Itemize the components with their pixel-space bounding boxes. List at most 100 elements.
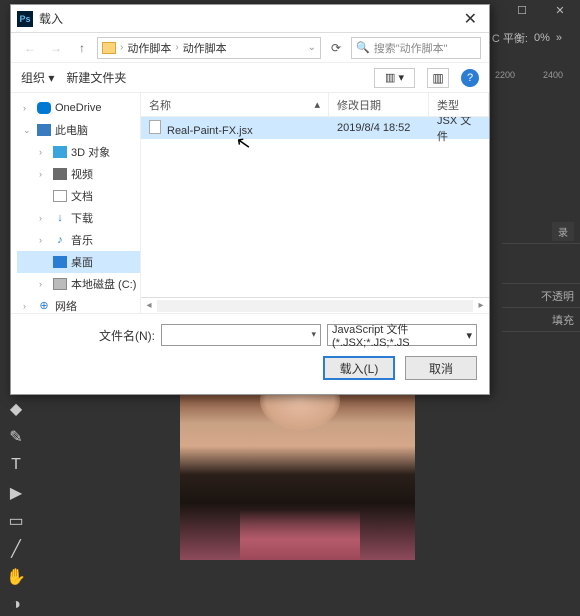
sidebar-item[interactable]: › 3D 对象	[17, 141, 140, 163]
column-name[interactable]: 名称 ▴	[141, 93, 329, 116]
organize-button[interactable]: 组织 ▾	[21, 69, 54, 86]
disk-icon	[53, 278, 67, 290]
chevron-down-icon: ▾	[466, 329, 472, 342]
search-placeholder: 搜索"动作脚本"	[374, 40, 448, 56]
stamp-tool-icon[interactable]: ◆	[2, 398, 30, 420]
tree-toggle-icon[interactable]: ›	[39, 213, 49, 223]
film-icon	[53, 168, 67, 180]
nav-forward-button[interactable]: →	[45, 37, 67, 59]
breadcrumb-item[interactable]: 动作脚本	[183, 40, 227, 56]
monitor-icon	[37, 124, 51, 136]
chevron-right-icon[interactable]: »	[556, 32, 562, 44]
column-headers: 名称 ▴ 修改日期 类型	[141, 93, 489, 117]
sidebar-item[interactable]: 文档	[17, 185, 140, 207]
tree-toggle-icon[interactable]: ›	[39, 279, 49, 289]
breadcrumb[interactable]: › 动作脚本 › 动作脚本 ⌄	[97, 37, 321, 59]
column-type[interactable]: 类型	[429, 93, 489, 116]
tree-toggle-icon[interactable]: ›	[23, 301, 33, 311]
dialog-titlebar: Ps 载入 ✕	[11, 5, 489, 33]
fill-label: 填充	[552, 312, 574, 328]
file-row[interactable]: Real-Paint-FX.jsx2019/8/4 18:52JSX 文件	[141, 117, 489, 139]
filename-label: 文件名(N):	[99, 327, 155, 344]
net-icon: ⊕	[37, 300, 51, 312]
breadcrumb-item[interactable]: 动作脚本	[127, 40, 171, 56]
tree-toggle-icon[interactable]: ⌄	[23, 125, 33, 136]
file-type-filter[interactable]: JavaScript 文件 (*.JSX;*.JS;*.JS ▾	[327, 324, 477, 346]
cloud-icon	[37, 102, 51, 114]
tree-toggle-icon[interactable]: ›	[39, 169, 49, 179]
sidebar-item-label: 视频	[71, 166, 93, 182]
sidebar-item-label: 此电脑	[55, 122, 88, 138]
sort-indicator-icon: ▴	[314, 98, 320, 111]
dialog-close-button[interactable]: ✕	[458, 9, 483, 29]
sidebar-item-label: 桌面	[71, 254, 93, 270]
arrow-icon: ↓	[53, 212, 67, 224]
sidebar-item[interactable]: › ⊕ 网络	[17, 295, 140, 313]
type-tool-icon[interactable]: T	[2, 454, 30, 476]
ps-ruler: 2200 2400 2600 2800	[495, 70, 580, 80]
sidebar-item[interactable]: › 本地磁盘 (C:)	[17, 273, 140, 295]
scroll-right-icon[interactable]: ▸	[473, 300, 489, 311]
ps-app-icon: Ps	[17, 11, 33, 27]
column-date[interactable]: 修改日期	[329, 93, 429, 116]
sidebar-item-label: 下载	[71, 210, 93, 226]
chevron-right-icon: ›	[120, 42, 123, 53]
sidebar-item-label: OneDrive	[55, 102, 101, 114]
dialog-title: 载入	[39, 10, 458, 27]
cube-icon	[53, 146, 67, 158]
sidebar-item-label: 文档	[71, 188, 93, 204]
desk-icon	[53, 256, 67, 268]
search-input[interactable]: 🔍 搜索"动作脚本"	[351, 37, 481, 59]
balance-value: 0%	[534, 32, 550, 44]
chevron-down-icon[interactable]: ⌄	[308, 42, 316, 53]
file-type: JSX 文件	[429, 117, 489, 144]
sidebar-item[interactable]: › 视频	[17, 163, 140, 185]
music-icon: ♪	[53, 234, 67, 246]
ps-maximize-icon[interactable]: ☐	[512, 4, 532, 17]
search-icon: 🔍	[356, 41, 370, 54]
preview-pane-button[interactable]: ▥	[427, 68, 449, 88]
tree-toggle-icon[interactable]: ›	[39, 235, 49, 245]
ps-close-icon[interactable]: ✕	[550, 4, 570, 17]
doc-icon	[53, 190, 67, 202]
path-tool-icon[interactable]: ▶	[2, 482, 30, 504]
sidebar-item-label: 网络	[55, 298, 77, 313]
panel-tab[interactable]: 录	[552, 222, 574, 241]
file-icon	[149, 120, 161, 134]
document-canvas	[180, 370, 415, 560]
ps-layers-panel: 录 不透明 填充	[502, 220, 580, 332]
sidebar-item-label: 3D 对象	[71, 144, 110, 160]
filename-input[interactable]: ▾	[161, 324, 321, 346]
refresh-button[interactable]: ⟳	[325, 41, 347, 55]
chevron-down-icon[interactable]: ▾	[311, 329, 316, 340]
scrollbar-track[interactable]	[157, 300, 473, 312]
sidebar-item[interactable]: 桌面	[17, 251, 140, 273]
sidebar-item[interactable]: ›♪音乐	[17, 229, 140, 251]
scroll-left-icon[interactable]: ◂	[141, 300, 157, 311]
load-button[interactable]: 载入(L)	[323, 356, 395, 380]
view-mode-button[interactable]: ▥ ▾	[374, 68, 415, 88]
nav-up-button[interactable]: ↑	[71, 37, 93, 59]
line-tool-icon[interactable]: ╱	[2, 538, 30, 560]
swatch-tool-icon[interactable]: ◑	[2, 594, 30, 616]
cancel-button[interactable]: 取消	[405, 356, 477, 380]
hand-tool-icon[interactable]: ✋	[2, 566, 30, 588]
balance-label: C 平衡:	[492, 30, 528, 46]
file-date: 2019/8/4 18:52	[329, 122, 429, 134]
nav-back-button[interactable]: ←	[19, 37, 41, 59]
sidebar-tree: ›OneDrive⌄此电脑›3D 对象›视频文档›↓下载›♪音乐桌面›本地磁盘 …	[11, 93, 141, 313]
tree-toggle-icon[interactable]: ›	[39, 147, 49, 157]
sidebar-item[interactable]: › OneDrive	[17, 97, 140, 119]
pencil-tool-icon[interactable]: ✎	[2, 426, 30, 448]
horizontal-scrollbar[interactable]: ◂ ▸	[141, 297, 489, 313]
ps-toolbox: ✱ ◆ ✎ T ▶ ▭ ╱ ✋ ◑	[2, 370, 30, 616]
chevron-right-icon: ›	[175, 42, 178, 53]
shape-tool-icon[interactable]: ▭	[2, 510, 30, 532]
file-open-dialog: Ps 载入 ✕ ← → ↑ › 动作脚本 › 动作脚本 ⌄ ⟳ 🔍 搜索"动作脚…	[10, 4, 490, 395]
sidebar-item[interactable]: ⌄ 此电脑	[17, 119, 140, 141]
help-button[interactable]: ?	[461, 69, 479, 87]
new-folder-button[interactable]: 新建文件夹	[66, 69, 126, 86]
sidebar-item[interactable]: › ↓ 下载	[17, 207, 140, 229]
sidebar-item-label: 本地磁盘 (C:)	[71, 276, 136, 292]
tree-toggle-icon[interactable]: ›	[23, 103, 33, 113]
